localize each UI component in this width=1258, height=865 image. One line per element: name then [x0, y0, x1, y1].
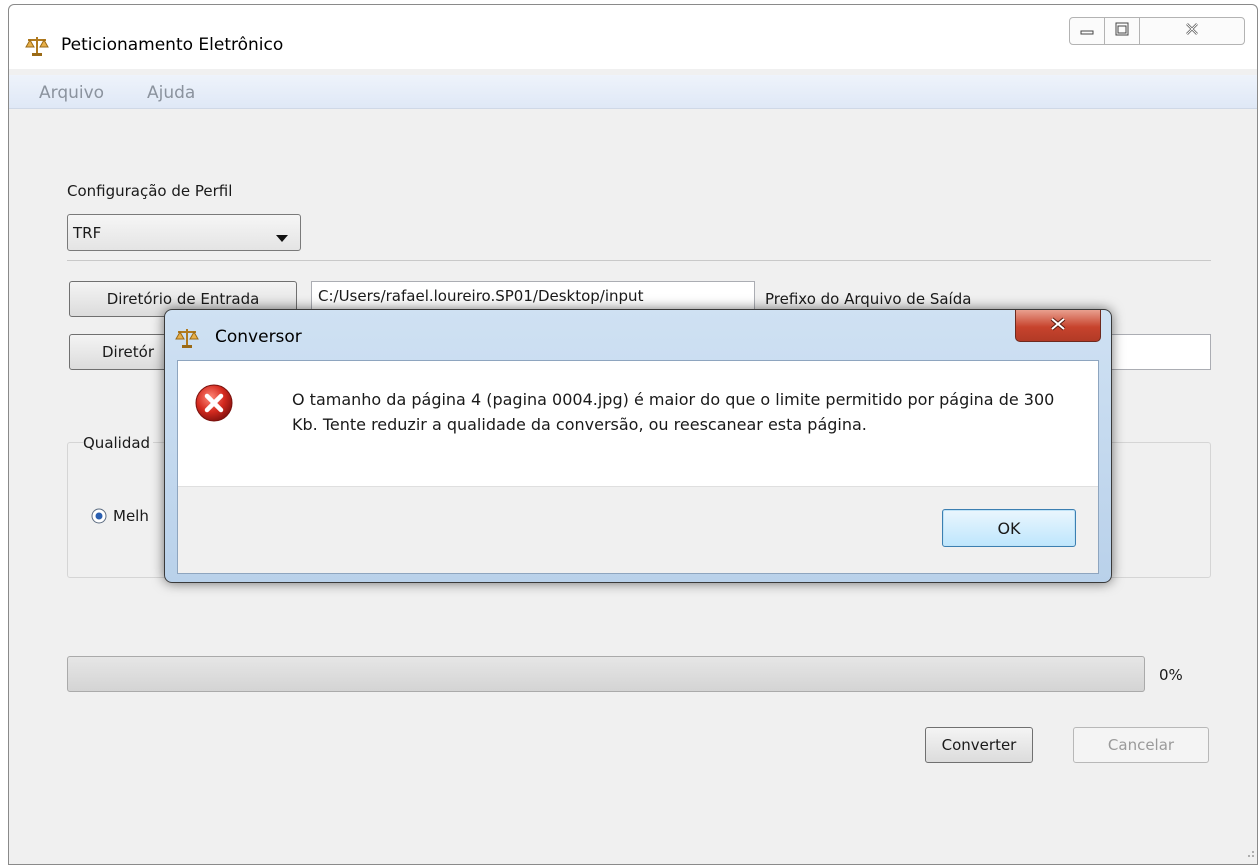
maximize-button[interactable] — [1104, 17, 1140, 45]
error-dialog: Conversor O tamanho da página 4 (pagina … — [164, 309, 1112, 583]
title-bar: Peticionamento Eletrônico — [9, 5, 1257, 69]
quality-label: Qualidad — [83, 434, 154, 452]
close-icon — [1184, 21, 1200, 41]
maximize-icon — [1115, 22, 1129, 40]
cancel-button[interactable]: Cancelar — [1073, 727, 1209, 763]
ok-button[interactable]: OK — [942, 509, 1076, 547]
scales-icon — [175, 327, 199, 349]
scales-icon — [25, 35, 49, 57]
progress-percent: 0% — [1159, 666, 1183, 684]
menu-bar: Arquivo Ajuda — [9, 75, 1257, 109]
quality-option-label: Melh — [113, 507, 149, 525]
window-title: Peticionamento Eletrônico — [61, 35, 284, 55]
profile-label: Configuração de Perfil — [67, 182, 233, 200]
minimize-button[interactable] — [1069, 17, 1105, 45]
error-icon — [194, 383, 234, 423]
close-icon — [1049, 316, 1067, 336]
dialog-message-area: O tamanho da página 4 (pagina 0004.jpg) … — [178, 361, 1098, 487]
minimize-icon — [1080, 22, 1094, 40]
dialog-body: O tamanho da página 4 (pagina 0004.jpg) … — [177, 360, 1099, 574]
output-prefix-label: Prefixo do Arquivo de Saída — [765, 290, 972, 308]
profile-select[interactable]: TRF — [67, 214, 301, 251]
close-button[interactable] — [1139, 17, 1245, 45]
menu-item-arquivo[interactable]: Arquivo — [39, 83, 104, 103]
dialog-close-button[interactable] — [1015, 310, 1101, 342]
convert-button[interactable]: Converter — [925, 727, 1033, 763]
dialog-title: Conversor — [215, 327, 302, 347]
radio-selected-icon[interactable] — [91, 508, 107, 528]
resize-grip-icon[interactable] — [1243, 844, 1255, 862]
divider — [67, 260, 1211, 261]
chevron-down-icon — [276, 229, 288, 247]
progress-bar — [67, 656, 1145, 692]
dialog-message: O tamanho da página 4 (pagina 0004.jpg) … — [292, 390, 1055, 434]
profile-select-value: TRF — [73, 224, 102, 242]
menu-item-ajuda[interactable]: Ajuda — [147, 83, 195, 103]
